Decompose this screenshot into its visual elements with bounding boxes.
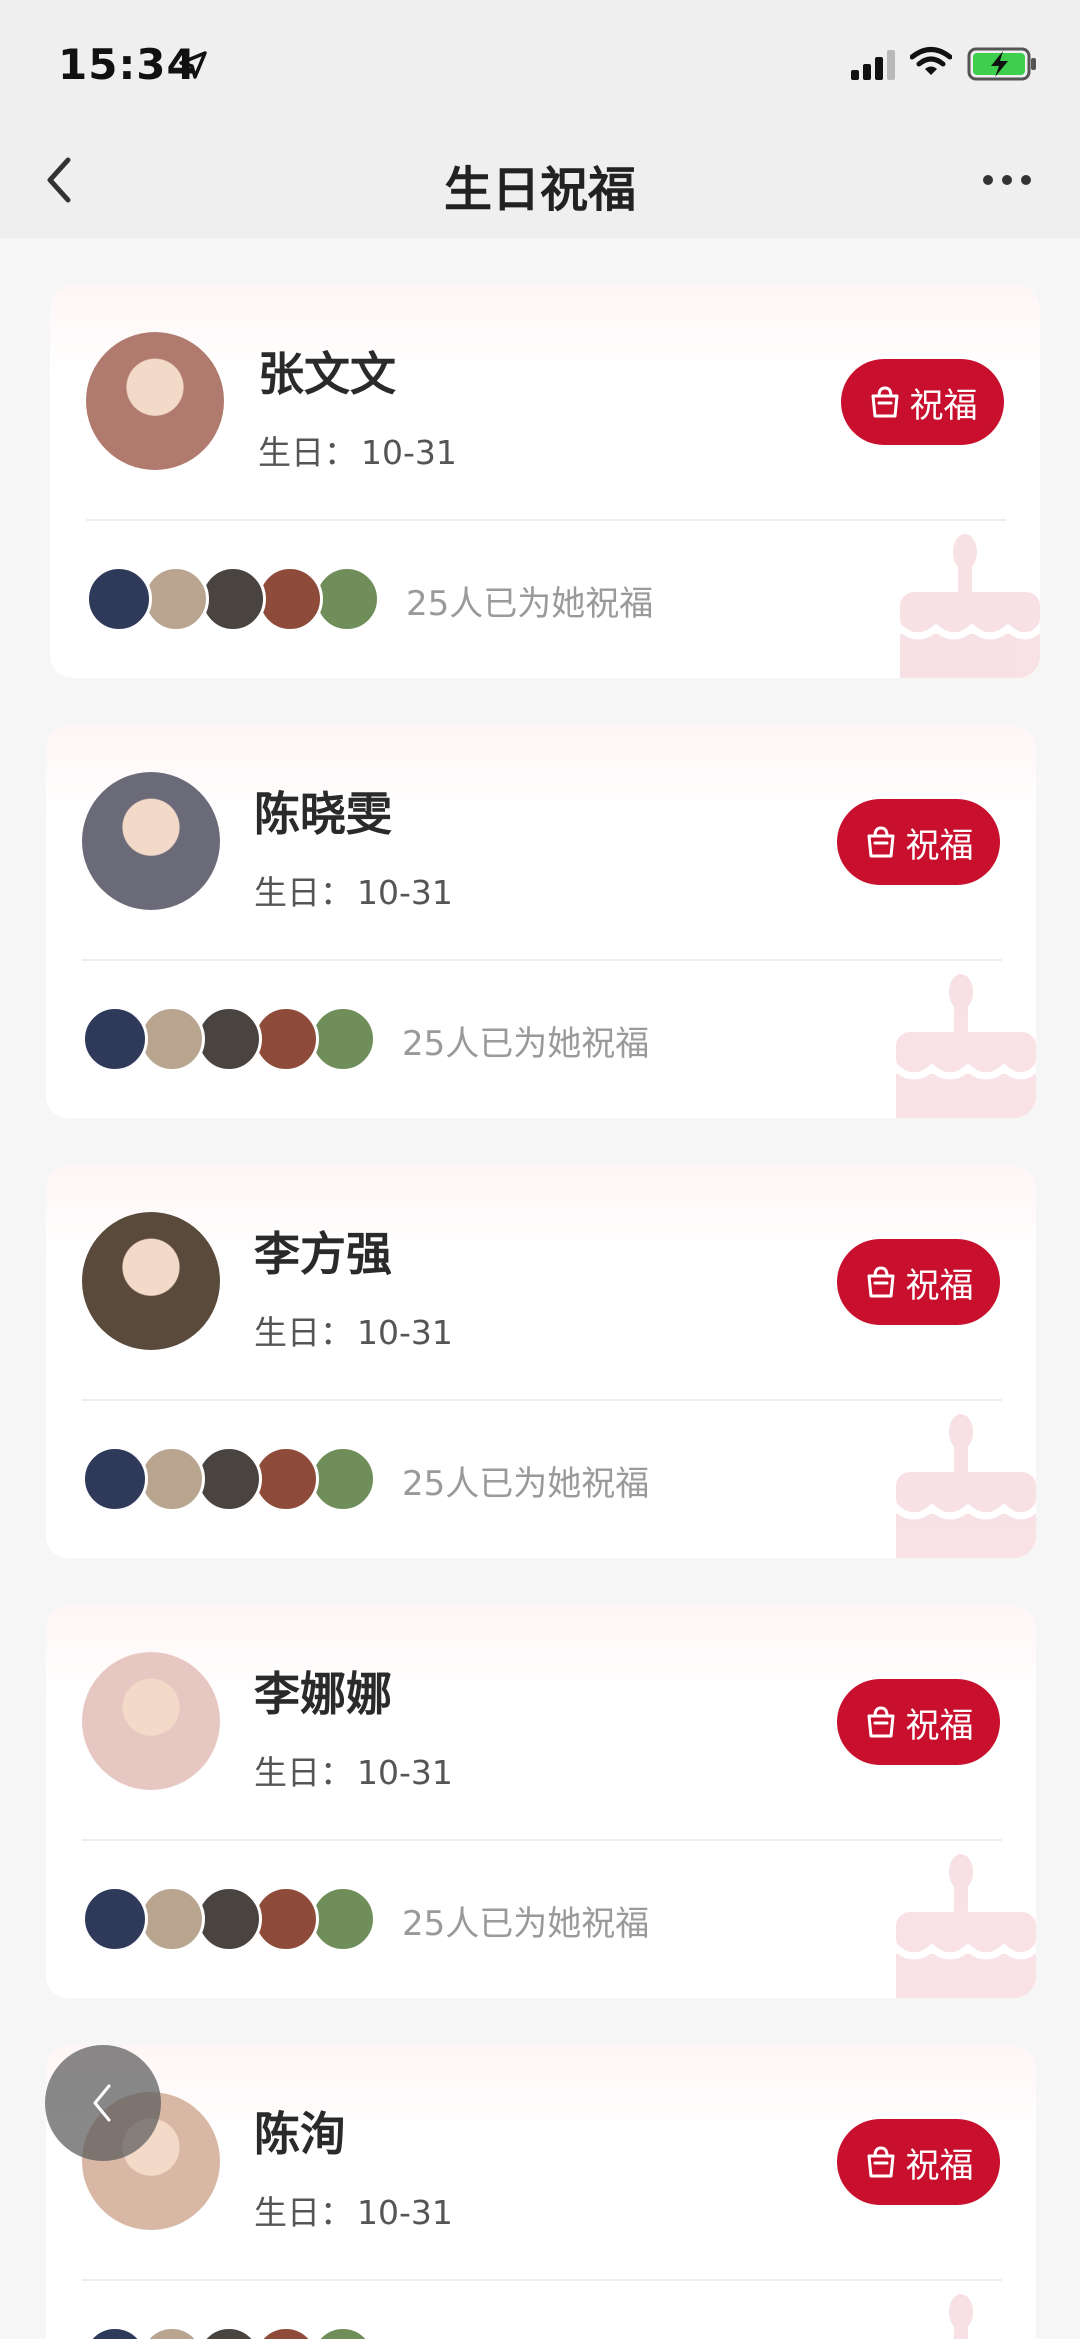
well-wisher-avatar xyxy=(86,566,152,632)
birthday-card[interactable]: 李娜娜 生日： 10-31 祝福 25人已为她祝福 xyxy=(46,1606,1036,1998)
well-wisher-avatar xyxy=(196,1886,262,1952)
gift-bag-icon xyxy=(871,386,898,418)
avatar[interactable] xyxy=(86,332,224,470)
bless-label: 祝福 xyxy=(905,1265,974,1306)
well-wisher-avatar xyxy=(196,2326,262,2339)
cake-icon xyxy=(893,1414,1036,1558)
birthday-date: 10-31 xyxy=(357,2193,453,2232)
well-wisher-avatars[interactable] xyxy=(82,1446,382,1516)
birthday-date: 10-31 xyxy=(357,1753,453,1792)
well-wisher-avatar xyxy=(139,1886,205,1952)
wifi-icon xyxy=(910,47,952,75)
well-wisher-avatar xyxy=(139,2326,205,2339)
status-time: 15:34 xyxy=(58,40,197,89)
well-wisher-avatar xyxy=(200,566,266,632)
well-wisher-avatar xyxy=(196,1446,262,1512)
bless-label: 祝福 xyxy=(905,2145,974,2186)
birthday-text: 生日： 10-31 xyxy=(258,426,457,474)
well-wisher-avatar xyxy=(82,1886,148,1952)
well-wisher-avatar xyxy=(310,2326,376,2339)
chevron-left-icon xyxy=(93,2084,111,2122)
cake-icon xyxy=(893,1854,1036,1998)
birthday-text: 生日： 10-31 xyxy=(254,1746,453,1794)
location-arrow-icon xyxy=(179,51,207,79)
gift-bag-icon xyxy=(867,826,894,858)
well-wisher-avatar xyxy=(253,2326,319,2339)
well-wisher-avatar xyxy=(196,1006,262,1072)
well-wisher-avatar xyxy=(253,1006,319,1072)
status-bar: 15:34 xyxy=(0,0,1080,130)
well-wisher-avatar xyxy=(310,1886,376,1952)
well-wisher-avatar xyxy=(253,1446,319,1512)
well-wisher-avatar xyxy=(139,1006,205,1072)
person-name: 陈洵 xyxy=(254,2107,346,2161)
birthday-date: 10-31 xyxy=(357,873,453,912)
divider xyxy=(82,1399,1002,1401)
well-wisher-count: 25人已为她祝福 xyxy=(402,1464,650,1504)
birthday-text: 生日： 10-31 xyxy=(254,866,453,914)
divider xyxy=(82,1839,1002,1841)
bless-label: 祝福 xyxy=(909,385,978,426)
signal-icon xyxy=(851,50,895,80)
well-wisher-avatar xyxy=(143,566,209,632)
bless-label: 祝福 xyxy=(905,825,974,866)
bless-button[interactable]: 祝福 xyxy=(837,1239,1000,1325)
birthday-label: 生日： xyxy=(254,873,353,912)
birthday-label: 生日： xyxy=(258,433,357,472)
bless-button[interactable]: 祝福 xyxy=(837,1679,1000,1765)
more-icon[interactable] xyxy=(980,168,1034,192)
gift-bag-icon xyxy=(867,1706,894,1738)
birthday-label: 生日： xyxy=(254,1313,353,1352)
cake-icon xyxy=(949,2294,973,2339)
well-wisher-avatar xyxy=(310,1446,376,1512)
avatar[interactable] xyxy=(82,772,220,910)
person-name: 李娜娜 xyxy=(254,1667,392,1721)
birthday-label: 生日： xyxy=(254,2193,353,2232)
well-wisher-count: 25人已为她祝福 xyxy=(402,1024,650,1064)
well-wisher-avatars[interactable] xyxy=(82,2326,382,2339)
birthday-date: 10-31 xyxy=(361,433,457,472)
birthday-card[interactable]: 张文文 生日： 10-31 祝福 25人已为她祝福 xyxy=(50,286,1040,678)
divider xyxy=(86,519,1006,521)
person-name: 李方强 xyxy=(254,1227,392,1281)
battery-charging-icon xyxy=(967,47,1036,81)
well-wisher-avatars[interactable] xyxy=(86,566,386,636)
page-title: 生日祝福 xyxy=(443,162,636,218)
well-wisher-avatar xyxy=(82,1006,148,1072)
well-wisher-avatar xyxy=(82,2326,148,2339)
birthday-card[interactable]: 陈晓雯 生日： 10-31 祝福 25人已为她祝福 xyxy=(46,726,1036,1118)
cake-icon xyxy=(897,534,1040,678)
gift-bag-icon xyxy=(867,1266,894,1298)
well-wisher-avatar xyxy=(314,566,380,632)
well-wisher-count: 25人已为她祝福 xyxy=(406,584,654,624)
floating-back-button[interactable] xyxy=(45,2045,161,2161)
bless-button[interactable]: 祝福 xyxy=(841,359,1004,445)
well-wisher-avatars[interactable] xyxy=(82,1886,382,1956)
person-name: 陈晓雯 xyxy=(254,787,392,841)
well-wisher-avatars[interactable] xyxy=(82,1006,382,1076)
avatar[interactable] xyxy=(82,1652,220,1790)
birthday-text: 生日： 10-31 xyxy=(254,1306,453,1354)
birthday-card[interactable]: 陈洵 生日：10-31 祝福 25人已为她祝福 xyxy=(46,2046,1036,2339)
well-wisher-avatar xyxy=(310,1006,376,1072)
birthday-label: 生日： xyxy=(254,1753,353,1792)
bless-label: 祝福 xyxy=(905,1705,974,1746)
avatar[interactable] xyxy=(82,1212,220,1350)
well-wisher-avatar xyxy=(253,1886,319,1952)
divider xyxy=(82,959,1002,961)
divider xyxy=(82,2279,1002,2281)
birthday-date: 10-31 xyxy=(357,1313,453,1352)
well-wisher-avatar xyxy=(82,1446,148,1512)
bless-button[interactable]: 祝福 xyxy=(837,2119,1000,2205)
cake-icon xyxy=(893,974,1036,1118)
person-name: 张文文 xyxy=(258,347,396,401)
birthday-card[interactable]: 李方强 生日： 10-31 祝福 25人已为她祝福 xyxy=(46,1166,1036,1558)
birthday-text: 生日： 10-31 xyxy=(254,2186,453,2234)
well-wisher-avatar xyxy=(139,1446,205,1512)
bless-button[interactable]: 祝福 xyxy=(837,799,1000,885)
well-wisher-count: 25人已为她祝福 xyxy=(402,1904,650,1944)
gift-bag-icon xyxy=(867,2146,894,2178)
well-wisher-avatar xyxy=(257,566,323,632)
